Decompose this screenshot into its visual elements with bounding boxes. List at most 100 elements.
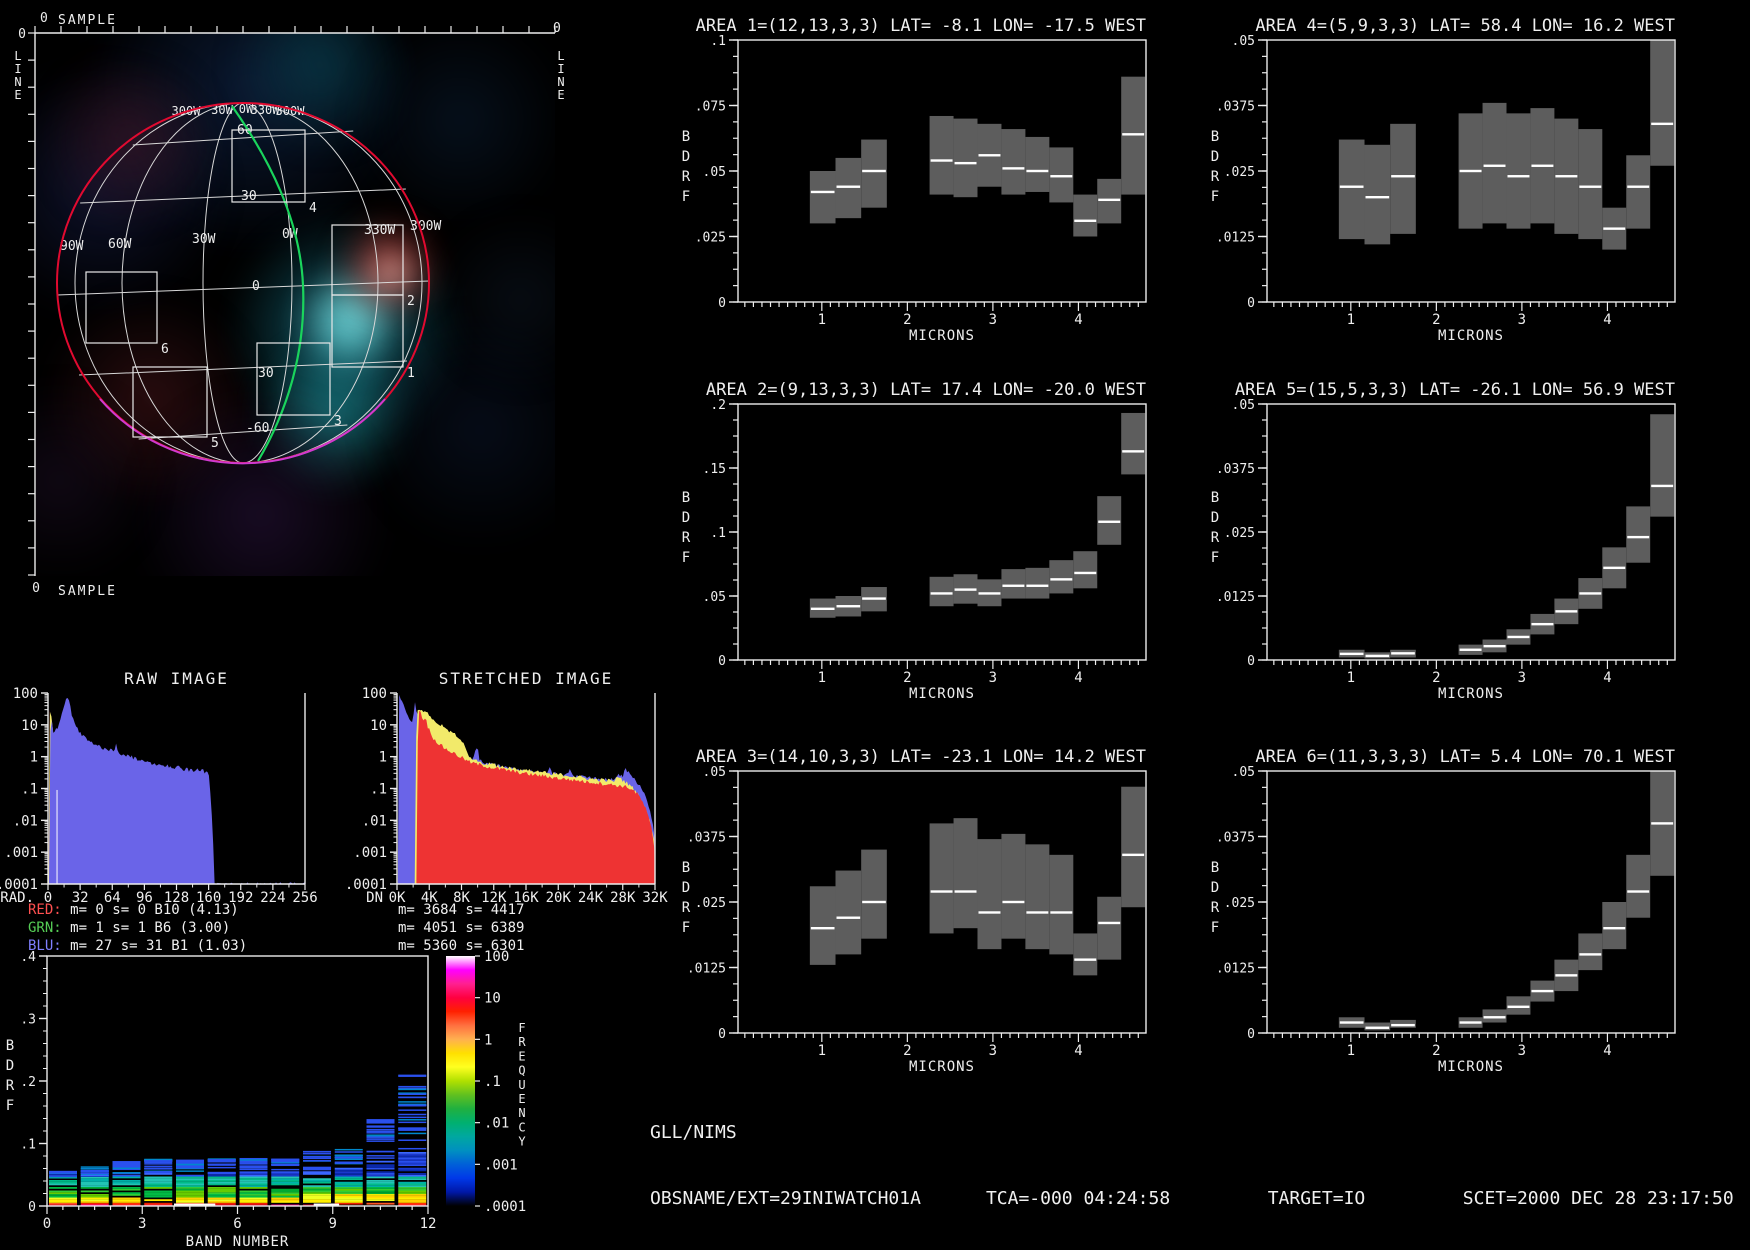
bdrf-box xyxy=(1049,560,1073,593)
bdrf-box xyxy=(1001,834,1025,939)
x-tick-label: 3 xyxy=(989,670,997,686)
y-axis-ticks: 0.05.1.15.2 xyxy=(703,398,738,669)
x-tick-label: 3 xyxy=(1518,1043,1526,1059)
x-tick-label: 4 xyxy=(1074,670,1082,686)
y-tick-label: 0 xyxy=(1247,296,1255,311)
y-tick-label: .0125 xyxy=(1216,231,1255,246)
bdrf-median-line xyxy=(1050,911,1072,913)
x-axis-label: MICRONS xyxy=(909,686,975,702)
x-tick-label: 2 xyxy=(903,670,911,686)
bdrf-box xyxy=(977,839,1001,949)
y-tick-label: .2 xyxy=(710,398,726,413)
y-tick-label: .0375 xyxy=(1216,831,1255,846)
bdrf-box xyxy=(1483,1009,1507,1022)
bdrf-median-line xyxy=(1122,854,1144,856)
y-axis-label-letter: B xyxy=(682,860,690,876)
bdrf-median-line xyxy=(1098,521,1120,523)
bdrf-box xyxy=(1001,569,1025,598)
chart-title: AREA 2=(9,13,3,3) LAT= 17.4 LON= -20.0 W… xyxy=(706,380,1146,400)
sample-axis-origin-bottom: 0 xyxy=(32,581,40,596)
bdrf-median-line xyxy=(837,605,861,607)
y-axis-ticks: 100101.1.01.001.0001 xyxy=(0,686,48,893)
bdrf-median-line xyxy=(978,154,1000,156)
bdrf-box xyxy=(836,871,862,955)
x-axis-ticks: 1234 xyxy=(745,1033,1138,1059)
chart-area1: AREA 1=(12,13,3,3) LAT= -8.1 LON= -17.5 … xyxy=(682,16,1146,344)
x-tick-label: 3 xyxy=(989,312,997,328)
y-tick-label: .001 xyxy=(353,845,387,861)
bdrf-median-line xyxy=(1002,167,1024,169)
colorbar-title-letter: U xyxy=(518,1078,525,1092)
y-axis-label-letter: B xyxy=(1211,860,1219,876)
y-axis-label-letter: F xyxy=(682,189,690,205)
bdrf-median-line xyxy=(1391,175,1415,177)
longitude-label: 30W xyxy=(192,232,216,247)
y-axis-label-letter: D xyxy=(682,880,690,896)
x-tick-label: 1 xyxy=(818,670,826,686)
bdrf-box xyxy=(1650,414,1674,516)
bdrf-median-line xyxy=(978,592,1000,594)
x-tick-label: 0 xyxy=(43,1216,51,1232)
x-tick-label: 2 xyxy=(1432,1043,1440,1059)
bdrf-median-line xyxy=(1340,653,1364,655)
bdrf-box xyxy=(1049,855,1073,955)
x-tick-label: 4 xyxy=(1074,1043,1082,1059)
y-axis-label-letter: D xyxy=(6,1058,14,1074)
y-tick-label: 10 xyxy=(370,718,387,734)
y-tick-label: 0 xyxy=(1247,1027,1255,1042)
bdrf-median-line xyxy=(1366,655,1390,657)
bdrf-median-line xyxy=(955,890,977,892)
bdrf-median-line xyxy=(1122,450,1144,452)
y-tick-label: 0 xyxy=(718,296,726,311)
y-axis-ticks: 0.0125.025.0375.05 xyxy=(1216,398,1267,669)
x-tick-label: 4 xyxy=(1603,312,1611,328)
latitude-label: 30 xyxy=(258,366,274,381)
bdrf-box xyxy=(1390,1020,1416,1028)
bdrf-median-line xyxy=(1391,1024,1415,1026)
chart-title: RAW IMAGE xyxy=(124,669,229,688)
x-axis-ticks: 1 2 3 4 xyxy=(745,660,1138,686)
y-axis-label-letter: B xyxy=(682,129,690,145)
bdrf-box xyxy=(1073,551,1097,588)
x-tick-label: 2 xyxy=(1432,670,1440,686)
y-tick-label: 0 xyxy=(28,1200,36,1215)
line-axis-origin: 0 xyxy=(18,27,26,42)
bdrf-median-line xyxy=(1531,165,1553,167)
chart-band-heatmap: 0.1.2.3.4BDRF036912BAND NUMBER100101.1.0… xyxy=(6,949,527,1250)
colorbar-title-letter: Y xyxy=(518,1135,526,1149)
globe-panel: 0SAMPLE0LINE0LINE0SAMPLE6030030-6090W60W… xyxy=(14,11,564,599)
bdrf-box xyxy=(861,140,887,208)
y-tick-label: .3 xyxy=(20,1013,36,1028)
bdrf-median-line xyxy=(1002,901,1024,903)
x-tick-label: 2 xyxy=(903,1043,911,1059)
y-tick-label: .05 xyxy=(703,165,726,180)
x-tick-label: 3 xyxy=(138,1216,146,1232)
bdrf-median-line xyxy=(1579,953,1601,955)
y-tick-label: .0375 xyxy=(687,831,726,846)
y-axis-label-letter: B xyxy=(682,490,690,506)
bdrf-median-line xyxy=(1555,610,1577,612)
y-tick-label: .1 xyxy=(21,782,38,798)
latitude-label: 0 xyxy=(252,279,260,294)
chart-title: AREA 5=(15,5,3,3) LAT= -26.1 LON= 56.9 W… xyxy=(1235,380,1675,400)
legend-line: RED: m= 0 s= 0 B10 (4.13) xyxy=(28,902,239,918)
bdrf-box xyxy=(1365,145,1391,245)
bdrf-box xyxy=(836,158,862,218)
bdrf-median-line xyxy=(1603,227,1625,229)
bdrf-box xyxy=(1578,933,1602,970)
bdrf-box xyxy=(1025,137,1049,192)
bdrf-boxes xyxy=(810,77,1145,237)
colorbar-title-letter: E xyxy=(518,1092,525,1106)
x-tick-label: 1 xyxy=(1347,670,1355,686)
y-axis-ticks: 100101.1.01.001.0001 xyxy=(345,686,397,893)
bdrf-box xyxy=(1025,844,1049,949)
line-axis-title-letter-right: I xyxy=(557,62,564,76)
y-tick-label: .0375 xyxy=(1216,100,1255,115)
plot-frame xyxy=(1267,404,1675,660)
y-axis-ticks: 0.025.05.075.1 xyxy=(695,34,738,311)
bdrf-median-line xyxy=(1122,133,1144,135)
longitude-label: 90W xyxy=(60,239,84,254)
sample-axis-title: SAMPLE xyxy=(58,13,117,28)
x-axis-label: MICRONS xyxy=(1438,328,1504,344)
bdrf-median-line xyxy=(862,901,886,903)
